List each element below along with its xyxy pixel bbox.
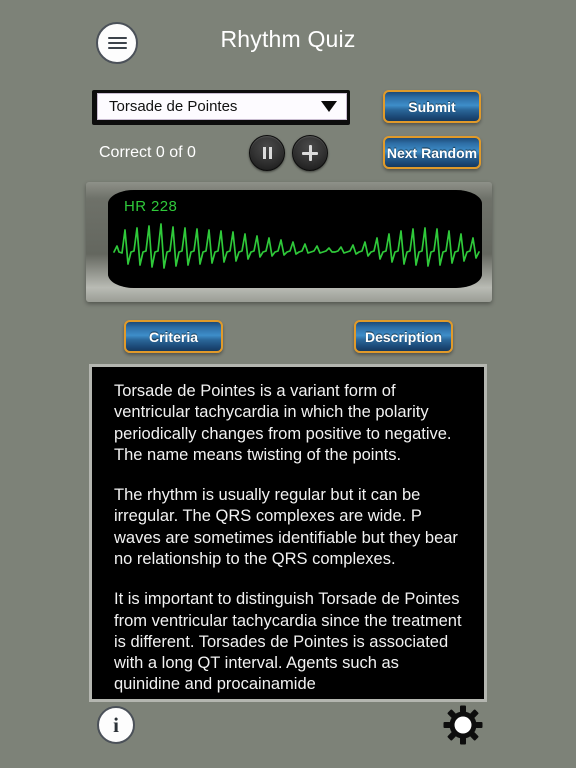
score-status: Correct 0 of 0 bbox=[99, 144, 196, 161]
info-icon[interactable]: i bbox=[97, 706, 135, 744]
pause-icon bbox=[262, 147, 272, 159]
chevron-down-icon bbox=[321, 101, 337, 112]
rhythm-select[interactable]: Torsade de Pointes bbox=[92, 90, 350, 125]
description-paragraph: Torsade de Pointes is a variant form of … bbox=[114, 382, 452, 464]
plus-icon bbox=[302, 145, 318, 161]
info-glyph: i bbox=[113, 712, 119, 737]
description-paragraph: It is important to distinguish Torsade d… bbox=[114, 590, 462, 694]
page-title: Rhythm Quiz bbox=[220, 26, 356, 52]
ecg-monitor: HR 228 bbox=[86, 182, 492, 302]
description-paragraph: The rhythm is usually regular but it can… bbox=[114, 486, 458, 568]
ecg-waveform bbox=[113, 223, 480, 269]
submit-button[interactable]: Submit bbox=[383, 90, 481, 123]
tab-criteria[interactable]: Criteria bbox=[124, 320, 223, 353]
ecg-trace bbox=[113, 223, 480, 269]
pause-button[interactable] bbox=[249, 135, 285, 171]
app-header: Rhythm Quiz bbox=[0, 0, 576, 82]
rhythm-select-value: Torsade de Pointes bbox=[109, 98, 238, 115]
ecg-screen: HR 228 bbox=[108, 190, 482, 288]
gear-icon[interactable] bbox=[443, 705, 483, 745]
next-random-button[interactable]: Next Random bbox=[383, 136, 481, 169]
rhythm-select-inner: Torsade de Pointes bbox=[97, 93, 347, 120]
tab-description[interactable]: Description bbox=[354, 320, 453, 353]
description-panel[interactable]: Torsade de Pointes is a variant form of … bbox=[89, 364, 487, 702]
add-button[interactable] bbox=[292, 135, 328, 171]
gear-icon-svg bbox=[443, 705, 483, 745]
